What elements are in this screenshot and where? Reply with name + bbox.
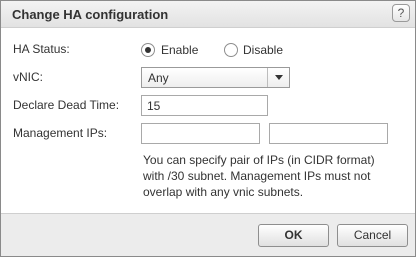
vnic-select[interactable]: Any (141, 67, 290, 88)
vnic-selected-value: Any (148, 71, 169, 85)
vnic-dropdown-button[interactable] (267, 68, 290, 87)
help-icon[interactable]: ? (392, 4, 410, 22)
enable-radio-label[interactable]: Enable (161, 43, 198, 57)
dialog-titlebar: Change HA configuration ? (1, 1, 415, 28)
disable-radio[interactable] (224, 43, 238, 57)
radio-selected-dot (145, 47, 151, 53)
disable-radio-label[interactable]: Disable (243, 43, 283, 57)
ha-status-label: HA Status: (13, 42, 70, 56)
cancel-button[interactable]: Cancel (337, 224, 408, 247)
management-ip-2-input[interactable] (269, 123, 388, 144)
dialog-title: Change HA configuration (12, 7, 169, 22)
ok-button[interactable]: OK (258, 224, 329, 247)
management-ips-label: Management IPs: (13, 126, 108, 140)
vnic-label: vNIC: (13, 70, 43, 84)
chevron-down-icon (275, 75, 283, 80)
dead-time-label: Declare Dead Time: (13, 98, 120, 112)
management-ips-hint: You can specify pair of IPs (in CIDR for… (143, 153, 375, 199)
change-ha-dialog: Change HA configuration ? HA Status: Ena… (0, 0, 416, 257)
dialog-footer: OK Cancel (1, 213, 415, 256)
enable-radio[interactable] (141, 43, 155, 57)
management-ip-1-input[interactable] (141, 123, 260, 144)
dead-time-input[interactable] (141, 95, 268, 116)
